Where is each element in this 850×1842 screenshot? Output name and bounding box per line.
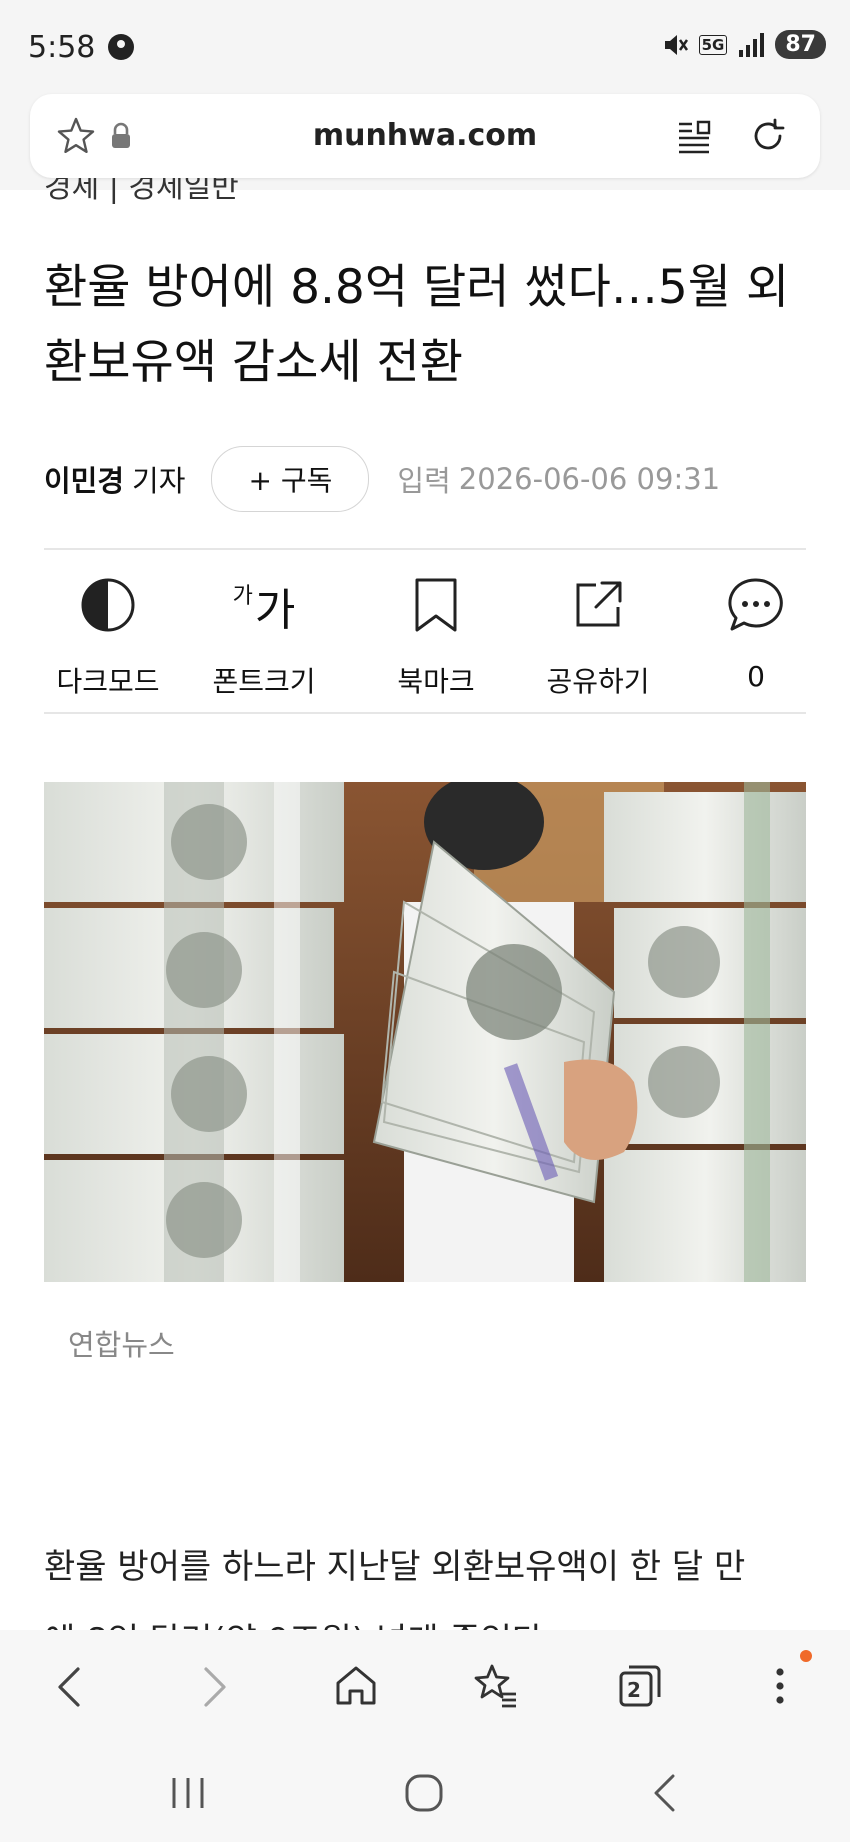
forward-icon[interactable]	[188, 1660, 242, 1714]
divider-top	[44, 548, 806, 550]
bookmark-icon	[415, 578, 457, 632]
dark-mode-button[interactable]: 다크모드	[38, 572, 178, 700]
comment-icon	[728, 578, 783, 631]
author-role: 기자	[132, 464, 186, 498]
share-icon	[576, 581, 622, 627]
battery-level: 87	[775, 30, 826, 59]
reader-mode-icon[interactable]	[672, 114, 716, 158]
recent-apps-icon[interactable]	[160, 1768, 216, 1818]
more-icon[interactable]	[752, 1658, 808, 1714]
tool-label: 북마크	[397, 665, 475, 698]
reload-icon[interactable]	[744, 112, 792, 160]
comment-count: 0	[747, 660, 765, 693]
status-icons: 5G 87	[661, 30, 826, 59]
article-body-line: 에 8억 달러(약 9조원) 넘게 줄었다.	[44, 1604, 824, 1630]
money-photo-illustration	[44, 782, 806, 1282]
bookmark-button[interactable]: 북마크	[366, 572, 506, 700]
tool-label: 공유하기	[546, 665, 650, 698]
byline: 이민경 기자 + 구독 입력 2026-06-06 09:31	[44, 446, 824, 512]
account-status-icon	[108, 34, 134, 60]
tab-count: 2	[627, 1678, 641, 1702]
tool-label: 폰트크기	[212, 665, 316, 698]
system-back-icon[interactable]	[636, 1768, 692, 1818]
network-type-icon: 5G	[698, 34, 728, 55]
home-button-icon[interactable]	[396, 1766, 452, 1820]
bookmarks-icon[interactable]	[468, 1658, 524, 1714]
font-size-icon: 가 가	[232, 584, 296, 636]
font-size-button[interactable]: 가 가 폰트크기	[194, 572, 334, 700]
back-icon[interactable]	[42, 1660, 96, 1714]
more-notification-dot	[800, 1650, 812, 1662]
status-time: 5:58	[28, 30, 96, 65]
signal-icon	[739, 32, 765, 57]
status-bar: 5:58 5G 87	[0, 0, 850, 92]
article-headline: 환율 방어에 8.8억 달러 썼다…5월 외환보유액 감소세 전환	[44, 260, 790, 390]
system-navigation-bar	[0, 1742, 850, 1842]
mute-icon	[664, 34, 688, 55]
published-datetime: 2026-06-06 09:31	[458, 462, 721, 496]
home-icon[interactable]	[328, 1658, 384, 1714]
author-name[interactable]: 이민경	[44, 458, 124, 500]
published-label: 입력	[397, 464, 451, 498]
article-body-line: 환율 방어를 하느라 지난달 외환보유액이 한 달 만	[44, 1547, 746, 1587]
share-button[interactable]: 공유하기	[528, 572, 668, 700]
article-tools: 다크모드 가 가 폰트크기 북마크 공유하기 0	[44, 572, 806, 702]
divider-bottom	[44, 712, 806, 714]
address-bar[interactable]: munhwa.com	[30, 94, 820, 178]
section-label: 경제 | 경제일반	[44, 178, 239, 204]
tabs-button[interactable]: 2	[612, 1658, 668, 1714]
subscribe-button[interactable]: + 구독	[211, 446, 370, 512]
dark-mode-icon	[81, 578, 135, 632]
tool-label: 다크모드	[56, 665, 160, 698]
article-body-clip: 환율 방어를 하느라 지난달 외환보유액이 한 달 만 에 8억 달러(약 9조…	[0, 1530, 850, 1630]
article-photo[interactable]	[44, 782, 806, 1282]
comment-button[interactable]: 0	[686, 572, 826, 693]
browser-bottom-toolbar: 2	[0, 1630, 850, 1742]
photo-caption: 연합뉴스	[68, 1328, 175, 1362]
